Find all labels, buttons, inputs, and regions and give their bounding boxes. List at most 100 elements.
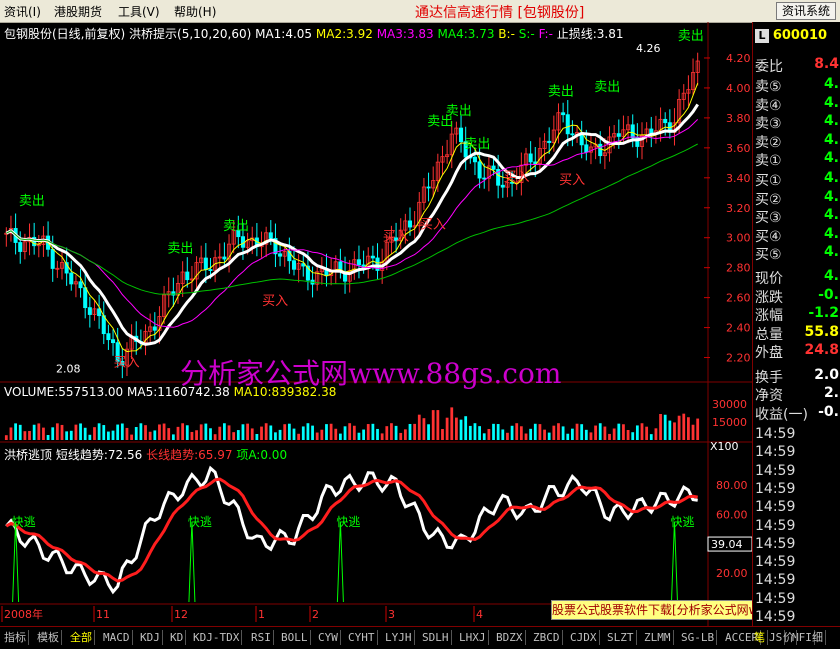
menu-tools[interactable]: 工具(V): [118, 3, 160, 20]
menu-hk-futures[interactable]: 港股期货: [54, 3, 102, 20]
indicator-tab[interactable]: ZLMM: [642, 630, 674, 645]
app-title: 通达信高速行情 [包钢股份]: [415, 5, 585, 21]
ma3-line: [6, 119, 699, 328]
escape-spike: [670, 521, 678, 603]
indicator-tab[interactable]: CJDX: [568, 630, 600, 645]
sell-signal: 卖出: [594, 80, 620, 95]
sell-level: 卖① 4.: [755, 150, 839, 169]
b-value: B:-: [498, 27, 515, 41]
detail-tab[interactable]: 价: [781, 630, 797, 645]
quote-stat: 现价 4.: [755, 268, 839, 287]
quote-stat-value: -0.: [818, 403, 839, 420]
osc-tick-label: 80.00: [716, 479, 748, 492]
trade-time: 14:59: [755, 499, 796, 516]
candle-body: [268, 232, 273, 239]
stock-code: 600010: [772, 28, 828, 43]
sell-level-label: 卖④: [755, 97, 782, 114]
indicator-tab[interactable]: SG-LB: [679, 630, 718, 645]
indicator-tab[interactable]: SDLH: [420, 630, 452, 645]
candle-body: [407, 220, 413, 228]
candle-body: [547, 140, 552, 143]
indicator-tab[interactable]: RSI: [249, 630, 274, 645]
weibi-value: 8.4: [814, 56, 839, 72]
indicator-tab[interactable]: ZBCD: [531, 630, 563, 645]
info-system-button[interactable]: 资讯系统: [776, 2, 836, 20]
ma3-value: MA3:3.83: [376, 27, 434, 41]
high-marker: 4.26: [636, 42, 661, 55]
candle-body: [87, 307, 92, 315]
sell-level-label: 卖③: [755, 116, 782, 132]
quote-stat-label: 现价: [755, 271, 783, 287]
date-tick-label: 1: [258, 608, 265, 621]
indicator-tab[interactable]: 模板: [35, 630, 62, 645]
indicator-tab[interactable]: LHXJ: [457, 630, 489, 645]
price-tick-label: 3.00: [726, 232, 751, 245]
quote-panel: L 600010 委比 8.4 卖⑤ 4. 卖④ 4. 卖③ 4. 卖② 4. 卖① 4. 买① 4…: [752, 22, 840, 642]
indicator-tab[interactable]: MACD: [101, 630, 133, 645]
menu-help[interactable]: 帮助(H): [174, 3, 216, 20]
indicator-tab[interactable]: 指标: [2, 630, 29, 645]
candle-body: [584, 144, 589, 153]
sell-signal: 卖出: [167, 242, 193, 257]
sell-signal: 卖出: [548, 84, 574, 99]
indicator-tab[interactable]: KD: [168, 630, 187, 645]
price-tick-label: 2.40: [726, 322, 751, 335]
candle-body: [69, 272, 74, 285]
quote-stat-label: 涨跌: [755, 289, 783, 306]
indicator-tab[interactable]: 全部: [68, 630, 95, 645]
weibi-label: 委比: [755, 59, 783, 75]
candle-body: [78, 281, 83, 289]
indicator-tab[interactable]: CYW: [316, 630, 341, 645]
candle-body: [222, 256, 227, 260]
osc-tick-label: 60.00: [716, 508, 748, 521]
menu-info[interactable]: 资讯(I): [4, 3, 41, 20]
indicator-tab[interactable]: KDJ: [138, 630, 163, 645]
quote-stat-label: 总量: [755, 326, 783, 343]
buy-signal: 买入: [503, 170, 529, 185]
indicator-tab[interactable]: BOLL: [279, 630, 311, 645]
osc-tick-label: 20.00: [716, 567, 748, 580]
quote-stat-label: 外盘: [755, 345, 783, 361]
watermark: 分析家公式网www.88gs.com: [180, 357, 562, 390]
buy-level-label: 买⑤: [755, 247, 782, 263]
quote-stat: 换手 2.0: [755, 367, 839, 386]
buy-level: 买② 4.: [755, 189, 839, 208]
candle-body: [459, 127, 464, 143]
detail-tab[interactable]: 笔: [752, 630, 768, 645]
date-tick-label: 3: [388, 608, 395, 621]
quote-stat-value: 24.8: [804, 342, 839, 358]
long-trend-line: [5, 477, 698, 583]
trade-time: 14:59: [755, 609, 796, 625]
indicator-tab[interactable]: KDJ-TDX: [191, 630, 243, 645]
osc-name: 洪桥逃顶: [4, 448, 53, 462]
candle-body: [477, 161, 482, 179]
indicator-tab[interactable]: SLZT: [605, 630, 637, 645]
indicator-tab[interactable]: CYHT: [346, 630, 378, 645]
candle-body: [203, 257, 208, 270]
s-value: S:-: [518, 27, 535, 41]
candlesticks: [4, 52, 700, 379]
escape-label: 快逃: [12, 515, 36, 529]
quote-stat: 收益(一) -0.: [755, 403, 839, 423]
detail-tab[interactable]: 细: [810, 630, 826, 645]
buy-level-value: 4.: [823, 207, 839, 223]
sell-level-value: 4.: [823, 150, 839, 166]
indicator-tab[interactable]: BDZX: [494, 630, 526, 645]
escape-label: 快逃: [336, 515, 360, 529]
candle-body: [598, 143, 603, 157]
date-tick-label: 2008年: [4, 607, 43, 621]
price-tick-label: 2.20: [726, 352, 751, 365]
trade-time: 14:59: [755, 535, 796, 552]
chart-grid: 4.20 4.00 3.80 3.60 3.40 3.20 3.00 2.80 2.60 2.40…: [0, 22, 752, 626]
chart-canvas[interactable]: 4.20 4.00 3.80 3.60 3.40 3.20 3.00 2.80 2.60 2.40…: [0, 22, 752, 626]
volume-unit-label: X100: [710, 440, 739, 453]
quote-stat-label: 净资: [755, 388, 783, 404]
candle-body: [565, 114, 570, 135]
candle-body: [630, 124, 635, 139]
indicator-tab[interactable]: LYJH: [383, 630, 415, 645]
ma1-line: [6, 83, 699, 353]
osc-long-trend: 长线趋势:65.97: [146, 448, 233, 462]
date-tick-label: 2: [312, 608, 319, 621]
moving-averages: [5, 83, 699, 353]
buy-signal: 买入: [420, 218, 446, 233]
